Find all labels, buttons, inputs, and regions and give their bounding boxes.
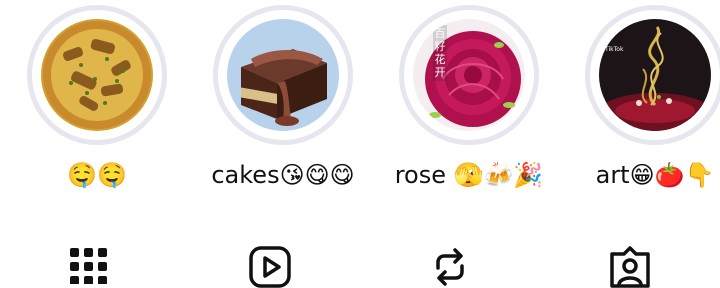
highlight-item[interactable]: cakes😘😋😋	[203, 5, 363, 195]
highlight-item[interactable]: 🤤🤤	[17, 5, 177, 195]
profile-page: 🤤🤤 cakes😘😋😋 百 籽 花 开 rose 🫣🍻🎉 TikTok art😁…	[0, 0, 720, 288]
chocolate-cake-image	[227, 19, 339, 131]
overlay-char: 花	[435, 53, 446, 66]
reels-icon	[249, 246, 291, 288]
tab-reels[interactable]	[240, 244, 300, 288]
plated-art-image: TikTok	[599, 19, 711, 131]
overlay-char: 开	[435, 66, 446, 79]
story-highlights-row: 🤤🤤 cakes😘😋😋 百 籽 花 开 rose 🫣🍻🎉 TikTok art😁…	[0, 0, 720, 200]
profile-tab-bar	[0, 236, 720, 288]
highlight-thumbnail: TikTok	[599, 19, 711, 131]
highlight-label: rose 🫣🍻🎉	[394, 161, 544, 189]
tab-reposts[interactable]	[420, 244, 480, 288]
highlight-thumbnail: 百 籽 花 开	[413, 19, 525, 131]
highlight-thumbnail	[41, 19, 153, 131]
highlight-item[interactable]: 百 籽 花 开 rose 🫣🍻🎉	[389, 5, 549, 195]
highlight-ring	[27, 5, 167, 145]
overlay-char: 百	[435, 27, 446, 40]
highlight-label: 🤤🤤	[67, 161, 127, 189]
watermark-text: TikTok	[604, 46, 624, 53]
highlight-label: art😁🍅👇	[595, 161, 715, 189]
rose-cake-image: 百 籽 花 开	[413, 19, 525, 131]
grid-icon	[70, 248, 107, 284]
overlay-char: 籽	[435, 40, 446, 53]
tab-tagged[interactable]	[600, 244, 660, 288]
highlight-item[interactable]: TikTok art😁🍅👇	[575, 5, 720, 195]
tab-posts[interactable]	[59, 244, 119, 288]
highlight-ring: TikTok	[585, 5, 720, 145]
highlight-label: cakes😘😋😋	[211, 161, 355, 189]
tagged-icon	[610, 246, 650, 288]
food-dish-image	[41, 19, 153, 131]
highlight-ring: 百 籽 花 开	[399, 5, 539, 145]
reposts-icon	[436, 248, 464, 286]
highlight-thumbnail	[227, 19, 339, 131]
highlight-ring	[213, 5, 353, 145]
